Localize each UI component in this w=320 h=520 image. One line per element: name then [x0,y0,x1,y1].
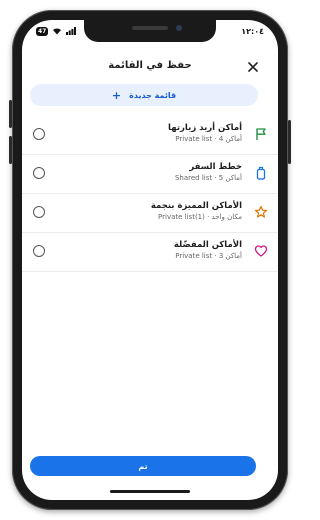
list-item-text: أماكن أريد زيارتها Private list · 4 أماك… [168,122,242,145]
list-meta: Private list · 4 أماكن [175,135,242,143]
close-icon[interactable] [244,58,262,76]
dialog-header: حفظ في القائمة [22,56,278,80]
star-icon [254,205,268,218]
saved-lists: أماكن أريد زيارتها Private list · 4 أماك… [22,116,278,272]
new-list-button[interactable]: + قائمة جديدة [30,84,258,106]
battery-icon: 47 [36,26,49,36]
new-list-label: قائمة جديدة [129,90,177,100]
done-button[interactable]: تم [30,456,256,476]
list-item-text: الأماكن المميزة بنجمة Private list(1) · … [151,200,242,223]
list-item-text: خطط السفر Shared list · 5 أماكن [175,161,242,184]
suitcase-icon [256,166,266,180]
list-meta: Private list · 3 أماكن [175,252,242,260]
list-name: الأماكن المفضّلة [173,240,242,250]
camera [176,25,182,31]
radio-button[interactable] [33,167,45,179]
radio-button[interactable] [33,206,45,218]
heart-icon [254,245,268,257]
app-screen: 47 ١٢:٠٤ حفظ في القائمة + قائمة جديدة أم… [22,20,278,500]
speaker [132,26,168,30]
list-item-starred[interactable]: الأماكن المميزة بنجمة Private list(1) · … [22,194,278,233]
list-name: أماكن أريد زيارتها [168,123,242,133]
notch [84,20,216,42]
power-button [288,120,291,164]
list-item-text: الأماكن المفضّلة Private list · 3 أماكن [174,239,242,262]
list-item-want-to-go[interactable]: أماكن أريد زيارتها Private list · 4 أماك… [22,116,278,155]
wifi-icon [53,28,62,35]
list-meta: Private list(1) · مكان واحد [158,213,242,221]
list-name: الأماكن المميزة بنجمة [150,201,242,211]
list-name: خطط السفر [189,162,242,172]
radio-button[interactable] [33,128,45,140]
volume-button [9,100,12,128]
list-item-favorites[interactable]: الأماكن المفضّلة Private list · 3 أماكن [22,233,278,272]
flag-icon [256,128,266,140]
list-meta: Shared list · 5 أماكن [174,174,242,182]
radio-button[interactable] [33,245,45,257]
plus-icon: + [111,88,122,102]
status-bar-left: 47 [36,24,77,38]
signal-icon [66,27,77,35]
home-indicator [110,490,190,493]
status-time: ١٢:٠٤ [241,26,264,36]
volume-button [9,136,12,164]
list-item-travel-plans[interactable]: خطط السفر Shared list · 5 أماكن [22,155,278,194]
page-title: حفظ في القائمة [108,60,192,71]
